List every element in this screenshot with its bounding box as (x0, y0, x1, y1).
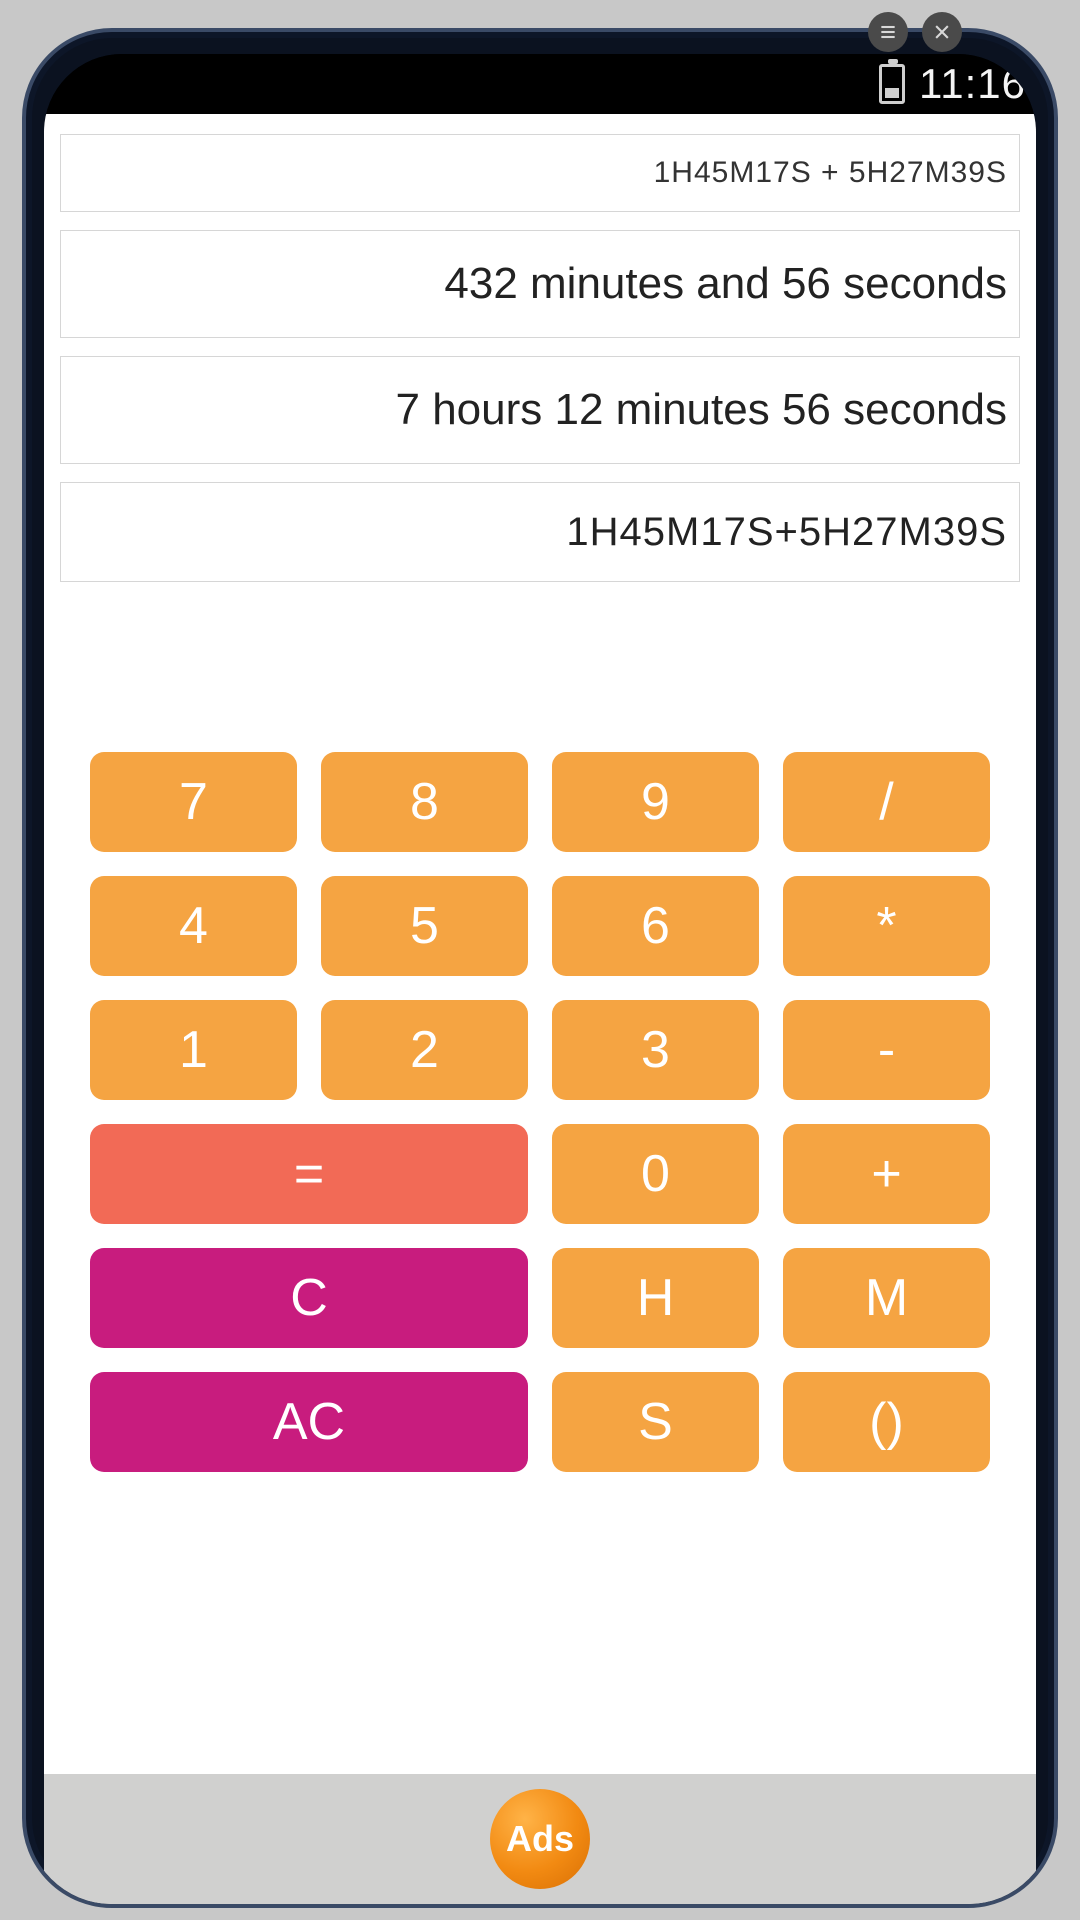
key-9[interactable]: 9 (552, 752, 759, 852)
key-7[interactable]: 7 (90, 752, 297, 852)
key-8[interactable]: 8 (321, 752, 528, 852)
key-multiply[interactable]: * (783, 876, 990, 976)
key-6[interactable]: 6 (552, 876, 759, 976)
status-bar: 11:16 (44, 54, 1036, 114)
key-divide[interactable]: / (783, 752, 990, 852)
result-hours-text: 7 hours 12 minutes 56 seconds (396, 385, 1008, 435)
keypad: 7 8 9 / 4 5 6 * 1 2 3 - = 0 + C H M AC S (60, 752, 1020, 1472)
phone-frame: 11:16 1H45M17S + 5H27M39S 432 minutes an… (22, 28, 1058, 1908)
key-0[interactable]: 0 (552, 1124, 759, 1224)
key-6-label: 6 (641, 896, 670, 956)
key-5-label: 5 (410, 896, 439, 956)
key-hours[interactable]: H (552, 1248, 759, 1348)
ads-badge[interactable]: Ads (490, 1789, 590, 1889)
emulator-menu-button[interactable] (868, 12, 908, 52)
key-4-label: 4 (179, 896, 208, 956)
emulator-window-controls (868, 12, 962, 52)
result-minutes: 432 minutes and 56 seconds (60, 230, 1020, 338)
expression-history: 1H45M17S + 5H27M39S (60, 134, 1020, 212)
key-4[interactable]: 4 (90, 876, 297, 976)
key-minutes[interactable]: M (783, 1248, 990, 1348)
key-5[interactable]: 5 (321, 876, 528, 976)
key-minutes-label: M (865, 1268, 908, 1328)
key-seconds-label: S (638, 1392, 673, 1452)
ad-bar: Ads (44, 1774, 1036, 1904)
key-divide-label: / (879, 772, 893, 832)
key-all-clear[interactable]: AC (90, 1372, 528, 1472)
key-7-label: 7 (179, 772, 208, 832)
key-hours-label: H (637, 1268, 675, 1328)
key-3[interactable]: 3 (552, 1000, 759, 1100)
result-minutes-text: 432 minutes and 56 seconds (444, 259, 1007, 309)
phone-screen: 11:16 1H45M17S + 5H27M39S 432 minutes an… (44, 54, 1036, 1904)
display-area: 1H45M17S + 5H27M39S 432 minutes and 56 s… (60, 134, 1020, 582)
key-add[interactable]: + (783, 1124, 990, 1224)
key-0-label: 0 (641, 1144, 670, 1204)
key-1[interactable]: 1 (90, 1000, 297, 1100)
key-equals-label: = (294, 1144, 324, 1204)
key-clear[interactable]: C (90, 1248, 528, 1348)
key-seconds[interactable]: S (552, 1372, 759, 1472)
key-equals[interactable]: = (90, 1124, 528, 1224)
key-2[interactable]: 2 (321, 1000, 528, 1100)
key-multiply-label: * (876, 896, 896, 956)
key-9-label: 9 (641, 772, 670, 832)
key-clear-label: C (290, 1268, 328, 1328)
key-subtract-label: - (878, 1020, 895, 1080)
battery-icon (879, 64, 905, 104)
key-2-label: 2 (410, 1020, 439, 1080)
ads-badge-label: Ads (506, 1818, 574, 1860)
key-parens[interactable]: () (783, 1372, 990, 1472)
key-parens-label: () (869, 1392, 904, 1452)
calculator-app: 1H45M17S + 5H27M39S 432 minutes and 56 s… (44, 114, 1036, 1904)
key-all-clear-label: AC (273, 1392, 345, 1452)
expression-history-text: 1H45M17S + 5H27M39S (654, 156, 1007, 190)
key-3-label: 3 (641, 1020, 670, 1080)
current-expression-text: 1H45M17S+5H27M39S (566, 510, 1007, 555)
key-1-label: 1 (179, 1020, 208, 1080)
status-time: 11:16 (919, 60, 1026, 108)
key-subtract[interactable]: - (783, 1000, 990, 1100)
key-add-label: + (871, 1144, 901, 1204)
result-hours: 7 hours 12 minutes 56 seconds (60, 356, 1020, 464)
emulator-close-button[interactable] (922, 12, 962, 52)
key-8-label: 8 (410, 772, 439, 832)
current-expression: 1H45M17S+5H27M39S (60, 482, 1020, 582)
